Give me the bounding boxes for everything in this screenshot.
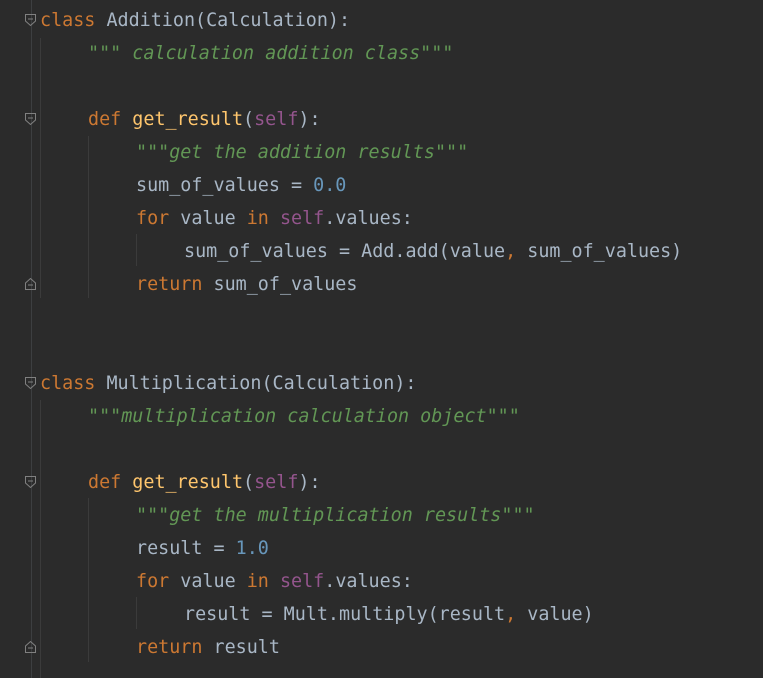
code-line-docstring[interactable]: """multiplication calculation object"""	[88, 400, 520, 433]
indent-guide	[136, 597, 137, 629]
paren-close: ):	[298, 109, 321, 130]
keyword-for: for	[136, 571, 170, 592]
comma: ,	[505, 604, 517, 625]
call-text: sum_of_values)	[516, 241, 683, 262]
comma: ,	[505, 241, 517, 262]
call-text: value)	[516, 604, 594, 625]
return-value: result	[202, 637, 280, 658]
attribute-access: .values:	[324, 571, 413, 592]
number-literal: 0.0	[313, 175, 347, 196]
self-param: self	[254, 109, 299, 130]
call-text: result = Mult.multiply(result	[184, 604, 506, 625]
paren-close: ):	[298, 472, 321, 493]
function-name: get_result	[132, 472, 244, 493]
code-line-docstring[interactable]: """get the multiplication results"""	[136, 499, 535, 532]
keyword-return: return	[136, 274, 203, 295]
attribute-access: .values:	[324, 208, 413, 229]
keyword-for: for	[136, 208, 170, 229]
code-line-assignment[interactable]: result = 1.0	[136, 532, 269, 565]
docstring: """get the multiplication results"""	[136, 505, 535, 526]
docstring: """get the addition results"""	[136, 142, 469, 163]
fold-collapse-icon[interactable]	[25, 113, 36, 125]
self-ref: self	[279, 208, 325, 229]
code-line-def-get-result[interactable]: def get_result(self):	[88, 466, 321, 499]
call-text: sum_of_values = Add.add(value	[184, 241, 506, 262]
code-line-docstring[interactable]: """get the addition results"""	[136, 136, 468, 169]
keyword-def: def	[88, 472, 122, 493]
code-line-assignment[interactable]: sum_of_values = 0.0	[136, 169, 346, 202]
code-line-return[interactable]: return result	[136, 631, 280, 664]
keyword-class: class	[40, 10, 96, 31]
code-line-class-multiplication[interactable]: class Multiplication(Calculation):	[40, 367, 416, 400]
code-line-def-get-result[interactable]: def get_result(self):	[88, 103, 321, 136]
indent-guide	[88, 136, 89, 298]
code-line-for-loop[interactable]: for value in self.values:	[136, 565, 413, 598]
fold-end-icon[interactable]	[25, 641, 36, 653]
keyword-def: def	[88, 109, 122, 130]
keyword-class: class	[40, 373, 96, 394]
code-editor[interactable]: class Addition(Calculation): """ calcula…	[0, 0, 763, 678]
paren-open: (	[243, 472, 255, 493]
code-line-class-addition[interactable]: class Addition(Calculation):	[40, 4, 350, 37]
keyword-in: in	[246, 208, 269, 229]
indent-guide	[88, 498, 89, 662]
keyword-in: in	[246, 571, 269, 592]
fold-collapse-icon[interactable]	[25, 377, 36, 389]
fold-collapse-icon[interactable]	[25, 476, 36, 488]
indent-guide	[40, 400, 41, 678]
assignment-text: result =	[136, 538, 236, 559]
assignment-text: sum_of_values =	[136, 175, 314, 196]
loop-variable: value	[169, 208, 247, 229]
indent-guide	[40, 38, 41, 298]
code-line-docstring[interactable]: """ calculation addition class"""	[88, 37, 453, 70]
self-param: self	[254, 472, 299, 493]
class-signature: Addition(Calculation):	[95, 10, 351, 31]
gutter-separator	[31, 0, 32, 678]
docstring: """ calculation addition class"""	[88, 43, 454, 64]
indent-guide	[136, 234, 137, 266]
loop-variable: value	[169, 571, 247, 592]
paren-open: (	[243, 109, 255, 130]
number-literal: 1.0	[235, 538, 269, 559]
function-name: get_result	[132, 109, 244, 130]
code-line-return[interactable]: return sum_of_values	[136, 268, 357, 301]
code-line-loop-body[interactable]: result = Mult.multiply(result, value)	[184, 598, 594, 631]
keyword-return: return	[136, 637, 203, 658]
code-line-for-loop[interactable]: for value in self.values:	[136, 202, 413, 235]
docstring: """multiplication calculation object"""	[88, 406, 520, 427]
class-signature: Multiplication(Calculation):	[95, 373, 417, 394]
code-line-loop-body[interactable]: sum_of_values = Add.add(value, sum_of_va…	[184, 235, 682, 268]
return-value: sum_of_values	[202, 274, 358, 295]
fold-end-icon[interactable]	[25, 278, 36, 290]
fold-collapse-icon[interactable]	[25, 14, 36, 26]
self-ref: self	[279, 571, 325, 592]
